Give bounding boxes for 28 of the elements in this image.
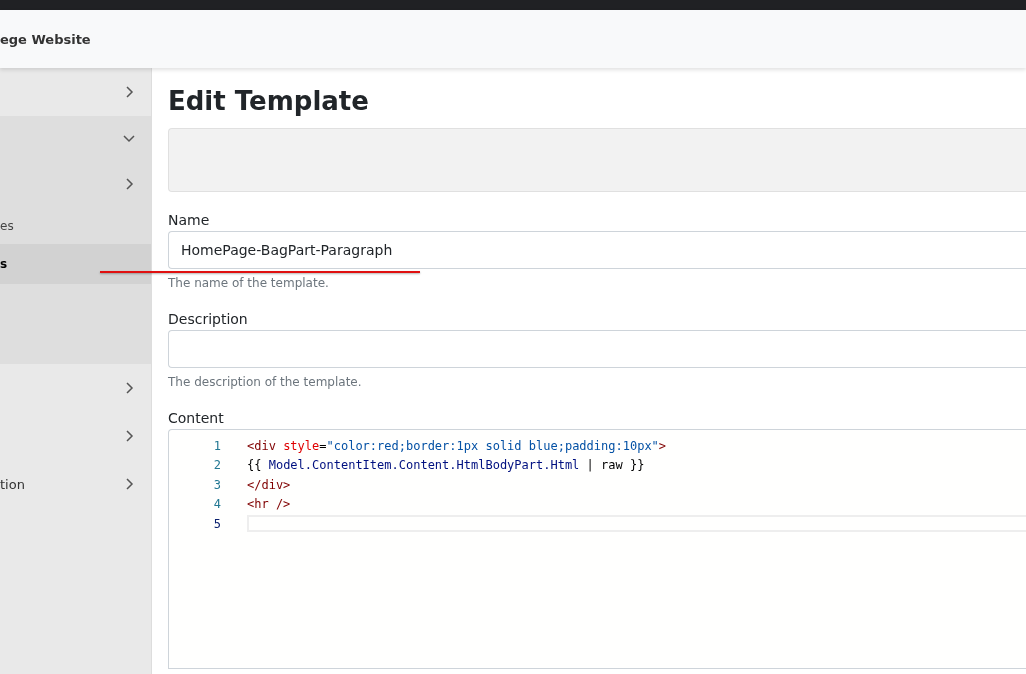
line-number: 3 [212, 477, 221, 492]
field-hint: The name of the template. [168, 276, 329, 290]
chevron-right-icon [123, 430, 135, 442]
code-line: <hr /> [247, 497, 291, 512]
chevron-right-icon [123, 382, 135, 394]
code-line: <div style="color:red;border:1px solid blue;padding:10px"> [247, 438, 667, 453]
field-label: Description [168, 311, 248, 327]
field-hint: The description of the template. [168, 375, 362, 389]
input-field[interactable] [168, 330, 1026, 368]
menu-link[interactable]: s [0, 244, 151, 284]
site-title: ege Website [0, 31, 91, 47]
code-line: </div> [247, 477, 291, 492]
chevron-right-icon [123, 178, 135, 190]
field-label: Content [168, 410, 224, 426]
input-field[interactable]: HomePage-BagPart-Paragraph [168, 231, 1026, 269]
line-number: 5 [212, 516, 221, 531]
field-label: Name [168, 212, 210, 228]
page-title: Edit Template [168, 86, 370, 118]
line-number: 4 [212, 497, 221, 512]
line-number: 2 [212, 458, 221, 473]
menu-link[interactable]: es [0, 208, 151, 244]
chevron-down-icon [123, 132, 135, 144]
chevron-right-icon [123, 478, 135, 490]
menu-item[interactable]: tion [0, 460, 151, 508]
code-editor[interactable]: 1 <div style="color:red;border:1px solid blue;padding:10px"> 2 {{ Model.ContentItem.Content.HtmlBodyPart.Html | raw }} 3 </div> 4 <hr /> 5 [168, 429, 1026, 669]
code-line: {{ Model.ContentItem.Content.HtmlBodyPart.Html | raw }} [247, 458, 645, 473]
chevron-right-icon [123, 86, 135, 98]
line-number: 1 [212, 438, 221, 453]
